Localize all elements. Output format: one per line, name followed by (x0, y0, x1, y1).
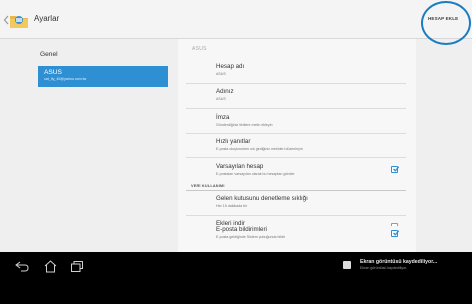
divider (186, 83, 406, 84)
home-icon[interactable] (44, 260, 57, 273)
back-icon[interactable] (15, 261, 29, 272)
nav-item-general[interactable]: Genel (40, 51, 58, 58)
section-divider (186, 190, 406, 191)
setting-email-notifications[interactable]: E-posta bildirimleri E-posta geldiğinde … (178, 226, 416, 250)
setting-subtitle: E-posta oluştururken sık girdiğiniz meti… (216, 147, 303, 151)
setting-inbox-check-frequency[interactable]: Gelen kutusunu denetleme sıklığı Her 15 … (178, 195, 406, 217)
highlight-circle (421, 1, 471, 45)
setting-subtitle: E-postaları varsayılan olarak bu hesapta… (216, 172, 295, 176)
email-notifications-checkbox[interactable] (391, 230, 399, 237)
setting-signature[interactable]: İmza Gönderdiğiniz iletilere metin ekley… (178, 114, 406, 138)
divider (186, 108, 406, 109)
divider (186, 215, 406, 216)
app-title: Ayarlar (34, 14, 60, 23)
settings-app-icon[interactable] (9, 11, 29, 29)
nav-item-account[interactable]: ASUS cat_fly_45@yahoo.com.tw (38, 66, 168, 87)
pane-header: ASUS (192, 46, 207, 52)
system-nav-bar: Ekran görüntüsü kaydediliyor... Ekran gö… (0, 252, 472, 304)
accounts-list-pane: Genel ASUS cat_fly_45@yahoo.com.tw (0, 39, 171, 252)
setting-title: Hesap adı (216, 63, 245, 70)
notification-subtitle: Ekran görüntüsü kaydediliyor. (360, 266, 408, 270)
setting-subtitle: ASUS (216, 97, 226, 101)
setting-subtitle: Gönderdiğiniz iletilere metin ekleyin (216, 123, 273, 127)
section-header-data-usage: VERİ KULLANIMI (191, 184, 225, 188)
setting-title: Varsayılan hesap (216, 163, 264, 170)
setting-title: Gelen kutusunu denetleme sıklığı (216, 195, 308, 202)
recent-apps-icon[interactable] (71, 261, 83, 272)
screenshot-notification-icon (343, 261, 351, 269)
setting-default-account[interactable]: Varsayılan hesap E-postaları varsayılan … (178, 163, 406, 185)
setting-subtitle: Her 15 dakikada bir (216, 204, 248, 208)
account-title: ASUS (44, 69, 62, 76)
check-icon (392, 230, 399, 236)
check-icon (392, 166, 399, 172)
divider (186, 133, 406, 134)
account-settings-pane: ASUS Hesap adı ASUS Adınız ASUS İmza Gön… (178, 39, 416, 252)
default-account-checkbox[interactable] (391, 166, 399, 173)
account-email: cat_fly_45@yahoo.com.tw (44, 77, 87, 81)
action-bar: Ayarlar HESAP EKLE (0, 0, 472, 45)
setting-title: İmza (216, 114, 230, 121)
setting-title: E-posta bildirimleri (216, 226, 267, 233)
divider (186, 157, 406, 158)
setting-quick-responses[interactable]: Hızlı yanıtlar E-posta oluştururken sık … (178, 138, 406, 162)
setting-subtitle: E-posta geldiğinde Sistem çubuğunda bild… (216, 235, 286, 239)
setting-subtitle: ASUS (216, 72, 226, 76)
setting-title: Hızlı yanıtlar (216, 138, 251, 145)
setting-title: Adınız (216, 88, 234, 95)
notification-title[interactable]: Ekran görüntüsü kaydediliyor... (360, 259, 437, 265)
